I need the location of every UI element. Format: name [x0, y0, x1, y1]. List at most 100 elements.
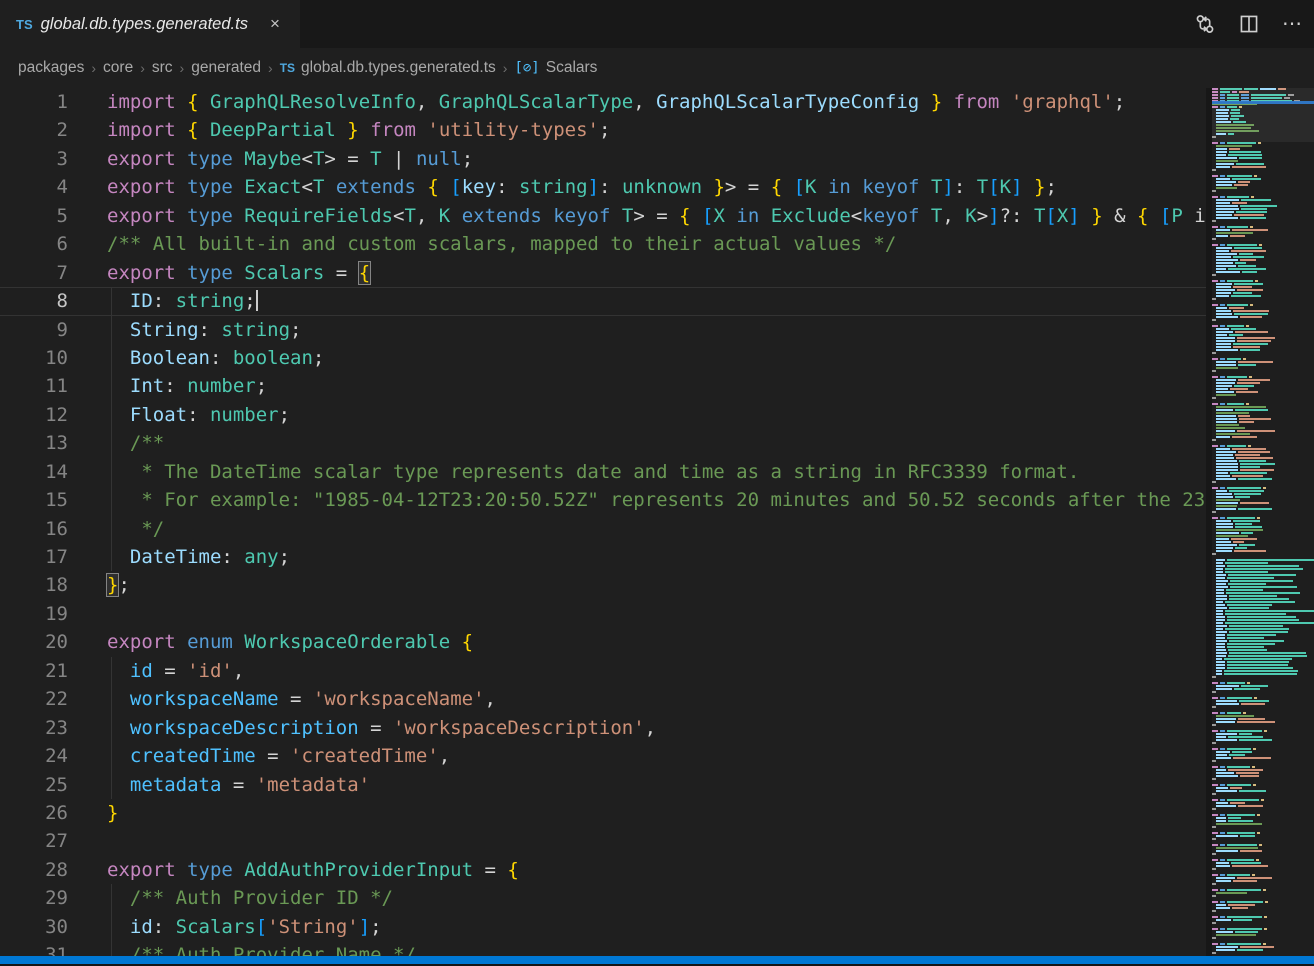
indent-guide	[111, 941, 112, 956]
code-line-content: export type AddAuthProviderInput = {	[107, 856, 519, 884]
line-number: 4	[0, 173, 68, 201]
code-line[interactable]: 3export type Maybe<T> = T | null;	[0, 145, 1206, 173]
indent-guide	[111, 429, 112, 457]
code-line[interactable]: 10 Boolean: boolean;	[0, 344, 1206, 372]
breadcrumb-src[interactable]: src	[152, 59, 173, 77]
code-line-content: workspaceDescription = 'workspaceDescrip…	[107, 714, 656, 742]
code-line[interactable]: 19	[0, 600, 1206, 628]
code-line-content: import { DeepPartial } from 'utility-typ…	[107, 116, 610, 144]
code-line[interactable]: 18};	[0, 571, 1206, 599]
chevron-right-icon: ›	[180, 60, 185, 76]
code-line[interactable]: 26}	[0, 799, 1206, 827]
code-line[interactable]: 1 import { GraphQLResolveInfo, GraphQLSca…	[0, 88, 1206, 116]
code-line[interactable]: 13 /**	[0, 429, 1206, 457]
code-line-content: id = 'id',	[107, 657, 244, 685]
line-number: 28	[0, 856, 68, 884]
code-line[interactable]: 11 Int: number;	[0, 372, 1206, 400]
line-number: 31	[0, 941, 68, 956]
indent-guide	[111, 287, 112, 315]
breadcrumb-filename[interactable]: global.db.types.generated.ts	[301, 59, 496, 77]
line-number: 17	[0, 543, 68, 571]
breadcrumb-generated[interactable]: generated	[191, 59, 261, 77]
line-number: 15	[0, 486, 68, 514]
indent-guide	[111, 742, 112, 770]
code-line-content: DateTime: any;	[107, 543, 290, 571]
line-number: 1	[0, 88, 68, 116]
line-number: 29	[0, 884, 68, 912]
line-number: 2	[0, 116, 68, 144]
line-number: 5	[0, 202, 68, 230]
code-line-content: metadata = 'metadata'	[107, 771, 370, 799]
code-line-content: workspaceName = 'workspaceName',	[107, 685, 496, 713]
code-line-content: export type RequireFields<T, K extends k…	[107, 202, 1206, 230]
line-number: 24	[0, 742, 68, 770]
minimap-slider[interactable]	[1212, 88, 1314, 142]
open-changes-icon[interactable]	[1194, 13, 1216, 35]
indent-guide	[111, 714, 112, 742]
line-number: 10	[0, 344, 68, 372]
line-number: 21	[0, 657, 68, 685]
code-line-content: /**	[107, 429, 164, 457]
code-line-content: String: string;	[107, 316, 302, 344]
line-number: 11	[0, 372, 68, 400]
code-line-content: Int: number;	[107, 372, 267, 400]
code-line[interactable]: 2 import { DeepPartial } from 'utility-ty…	[0, 116, 1206, 144]
code-line[interactable]: 30id: Scalars['String'];	[0, 913, 1206, 941]
code-line-content: import { GraphQLResolveInfo, GraphQLScal…	[107, 88, 1125, 116]
line-number: 13	[0, 429, 68, 457]
line-number: 26	[0, 799, 68, 827]
code-line[interactable]: 17 DateTime: any;	[0, 543, 1206, 571]
code-line[interactable]: 25metadata = 'metadata'	[0, 771, 1206, 799]
line-number: 18	[0, 571, 68, 599]
split-editor-icon[interactable]	[1238, 13, 1260, 35]
indent-guide	[111, 884, 112, 912]
code-line-content: * The DateTime scalar type represents da…	[107, 458, 1079, 486]
code-line[interactable]: 6/** All built-in and custom scalars, ma…	[0, 230, 1206, 258]
breadcrumb-core[interactable]: core	[103, 59, 133, 77]
code-line-content: /** All built-in and custom scalars, map…	[107, 230, 896, 258]
breadcrumb-symbol[interactable]: Scalars	[546, 59, 598, 77]
code-line[interactable]: 16 */	[0, 515, 1206, 543]
code-line[interactable]: 31/** Auth Provider Name */	[0, 941, 1206, 956]
typescript-file-icon: TS	[280, 61, 295, 75]
code-line-content: /** Auth Provider ID */	[107, 884, 393, 912]
tab-title: global.db.types.generated.ts	[41, 15, 248, 34]
line-number: 14	[0, 458, 68, 486]
breadcrumb-packages[interactable]: packages	[18, 59, 84, 77]
line-number: 8	[0, 287, 68, 315]
code-line[interactable]: 27	[0, 827, 1206, 855]
chevron-right-icon: ›	[503, 60, 508, 76]
code-line[interactable]: 8 ID: string;	[0, 287, 1206, 315]
code-line-content: ID: string;	[107, 287, 258, 315]
indent-guide	[111, 316, 112, 344]
more-actions-icon[interactable]: ⋯	[1282, 13, 1302, 35]
code-line-content: Boolean: boolean;	[107, 344, 324, 372]
code-editor[interactable]: 1 import { GraphQLResolveInfo, GraphQLSca…	[0, 88, 1206, 956]
code-line[interactable]: 20export enum WorkspaceOrderable {	[0, 628, 1206, 656]
code-line[interactable]: 9String: string;	[0, 316, 1206, 344]
close-tab-icon[interactable]: ×	[266, 12, 284, 36]
code-line[interactable]: 5 export type RequireFields<T, K extends …	[0, 202, 1206, 230]
breadcrumb: packages › core › src › generated › TS g…	[0, 48, 1314, 88]
code-line-content: }	[107, 799, 118, 827]
code-line[interactable]: 28 export type AddAuthProviderInput = {	[0, 856, 1206, 884]
code-line[interactable]: 21 id = 'id',	[0, 657, 1206, 685]
code-line[interactable]: 12Float: number;	[0, 401, 1206, 429]
code-line-content: createdTime = 'createdTime',	[107, 742, 450, 770]
line-number: 3	[0, 145, 68, 173]
status-bar	[0, 956, 1314, 964]
code-line[interactable]: 23workspaceDescription = 'workspaceDescr…	[0, 714, 1206, 742]
code-line[interactable]: 4export type Exact<T extends { [key: str…	[0, 173, 1206, 201]
tab-bar: TS global.db.types.generated.ts ×	[0, 0, 1314, 48]
code-line[interactable]: 15 * For example: "1985-04-12T23:20:50.5…	[0, 486, 1206, 514]
line-number: 7	[0, 259, 68, 287]
code-line[interactable]: 7export type Scalars = {	[0, 259, 1206, 287]
code-line[interactable]: 14 * The DateTime scalar type represents…	[0, 458, 1206, 486]
code-line[interactable]: 29 /** Auth Provider ID */	[0, 884, 1206, 912]
code-line-content: * For example: "1985-04-12T23:20:50.52Z"…	[107, 486, 1205, 514]
tab-global-db-types[interactable]: TS global.db.types.generated.ts ×	[0, 0, 300, 48]
code-line[interactable]: 24 createdTime = 'createdTime',	[0, 742, 1206, 770]
code-line-content: Float: number;	[107, 401, 290, 429]
code-line[interactable]: 22workspaceName = 'workspaceName',	[0, 685, 1206, 713]
minimap[interactable]	[1212, 88, 1314, 956]
